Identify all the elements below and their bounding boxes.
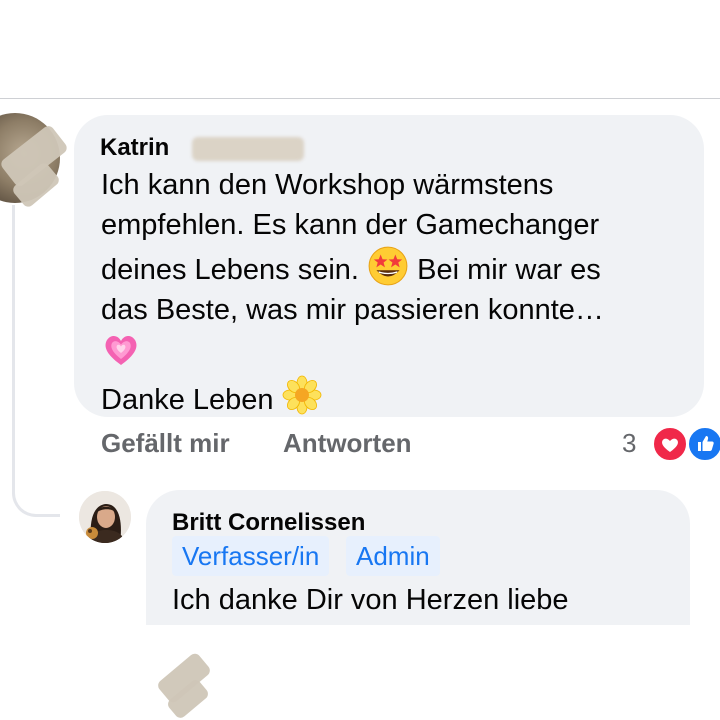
blossom-emoji — [282, 375, 322, 415]
reply-author-name[interactable]: Britt Cornelissen — [172, 509, 365, 537]
comment-line-1: Ich kann den Workshop wärmstens — [101, 169, 554, 201]
comment-line-6: Danke Leben — [101, 384, 274, 416]
comment-author-name[interactable]: Katrin — [100, 134, 169, 162]
top-divider — [0, 98, 720, 99]
star-struck-emoji — [367, 245, 409, 287]
comment-line-4: Bei mir war es — [417, 254, 601, 286]
content-cutoff-area — [0, 625, 720, 720]
reaction-count[interactable]: 3 — [622, 428, 636, 459]
redacted-surname — [192, 137, 304, 161]
reply-comment-button[interactable]: Antworten — [283, 428, 412, 459]
admin-badge: Admin — [346, 536, 440, 576]
reply-text: Ich danke Dir von Herzen liebe — [172, 584, 569, 616]
author-badge: Verfasser/in — [172, 536, 330, 576]
comment-line-5: das Beste, was mir passieren konnte… — [101, 294, 604, 326]
reply-author-avatar[interactable] — [79, 491, 131, 543]
like-comment-button[interactable]: Gefällt mir — [101, 428, 230, 459]
comment-line-2: empfehlen. Es kann der Gamechanger — [101, 209, 600, 241]
like-reaction-icon[interactable] — [686, 425, 720, 463]
comment-line-3: deines Lebens sein. — [101, 254, 359, 286]
love-reaction-icon[interactable] — [651, 425, 689, 463]
comment-text: Ich kann den Workshop wärmstens empfehle… — [101, 165, 701, 420]
growing-heart-emoji — [101, 330, 141, 370]
thread-connector-line — [12, 205, 60, 517]
